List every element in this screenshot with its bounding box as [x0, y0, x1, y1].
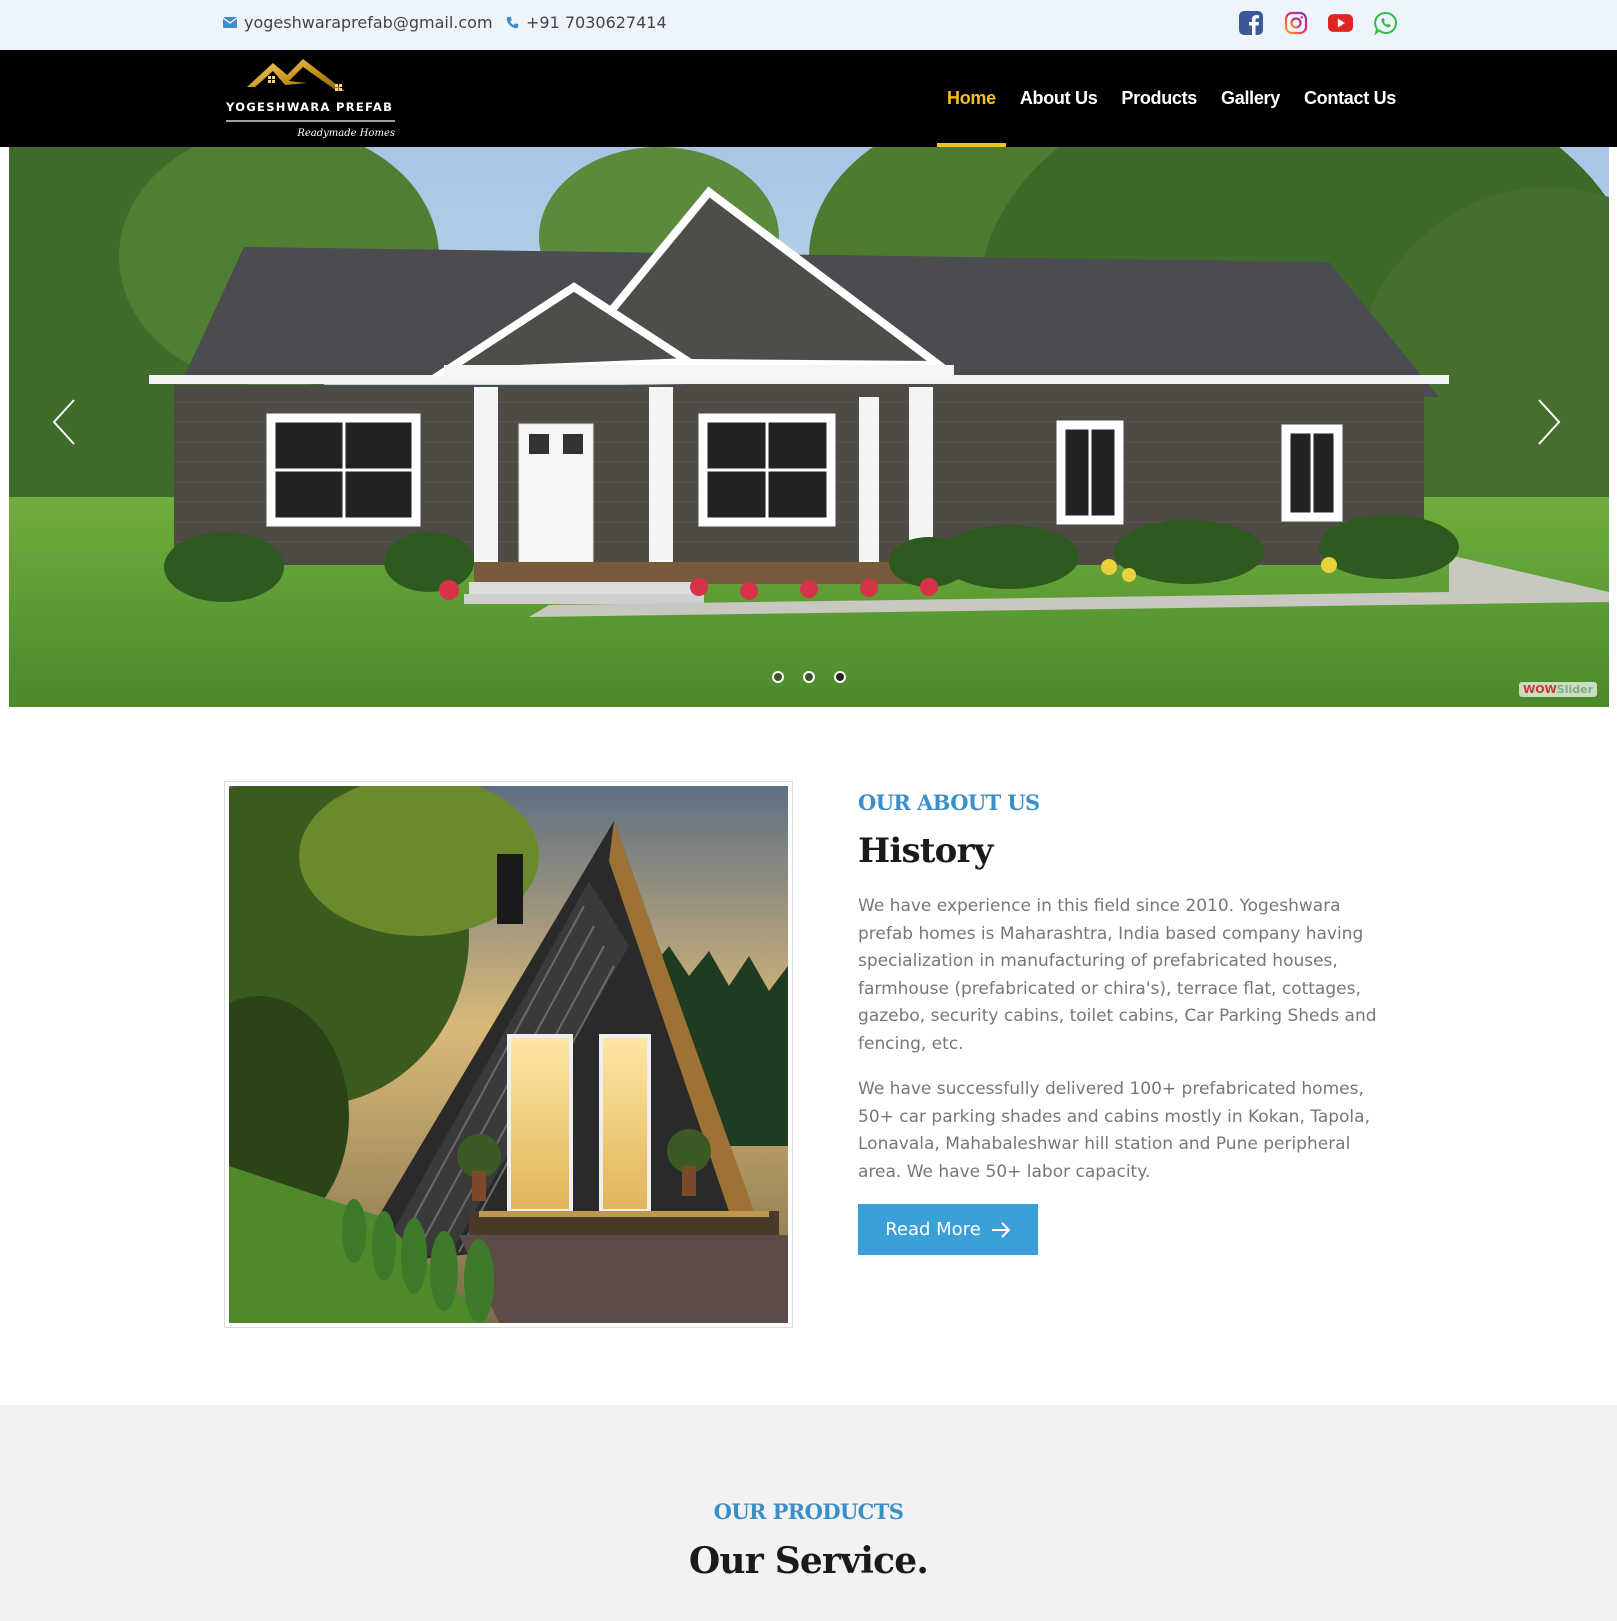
wowslider-watermark[interactable]: WOWSlider [1519, 682, 1597, 697]
about-paragraph-1: We have experience in this field since 2… [858, 896, 1377, 1054]
products-section: OUR PRODUCTS Our Service. [0, 1405, 1617, 1621]
read-more-label: Read More [885, 1219, 981, 1240]
about-content: OUR ABOUT US History We have experience … [858, 790, 1378, 1255]
facebook-icon[interactable] [1238, 10, 1263, 35]
nav-about-us[interactable]: About Us [1020, 50, 1098, 147]
top-contact-bar: yogeshwaraprefab@gmail.com +91 703062741… [0, 0, 1617, 50]
products-eyebrow: OUR PRODUCTS [713, 1499, 904, 1524]
about-eyebrow: OUR ABOUT US [858, 790, 1040, 815]
about-title: History [858, 831, 993, 871]
nav-gallery[interactable]: Gallery [1221, 50, 1280, 147]
hero-slider: WOWSlider [9, 147, 1609, 707]
slider-dots [772, 671, 846, 683]
instagram-icon[interactable] [1283, 10, 1308, 35]
about-image-frame [149, 766, 793, 1328]
main-header: YOGESHWARA PREFAB Readymade Homes Home A… [0, 50, 1617, 147]
nav-contact-us[interactable]: Contact Us [1304, 50, 1396, 147]
nav-home[interactable]: Home [937, 50, 1006, 147]
slider-dot-2[interactable] [803, 671, 815, 683]
slider-dot-1[interactable] [772, 671, 784, 683]
read-more-button[interactable]: Read More [858, 1204, 1038, 1255]
youtube-icon[interactable] [1328, 10, 1353, 35]
social-links [1238, 10, 1398, 35]
phone-contact[interactable]: +91 7030627414 [506, 13, 667, 32]
site-logo[interactable]: YOGESHWARA PREFAB Readymade Homes [225, 55, 400, 141]
hero-house-image [9, 147, 1609, 707]
whatsapp-icon[interactable] [1373, 10, 1398, 35]
phone-text[interactable]: +91 7030627414 [526, 13, 667, 32]
about-paragraph-2: We have successfully delivered 100+ pref… [858, 1079, 1370, 1182]
email-text[interactable]: yogeshwaraprefab@gmail.com [244, 13, 493, 32]
arrow-right-icon [991, 1221, 1011, 1238]
slider-dot-3[interactable] [834, 671, 846, 683]
envelope-icon [223, 17, 237, 28]
email-contact[interactable]: yogeshwaraprefab@gmail.com [223, 13, 493, 32]
main-nav: Home About Us Products Gallery Contact U… [937, 50, 1396, 147]
products-title: Our Service. [688, 1540, 929, 1582]
a-frame-house-image [149, 766, 788, 1323]
slider-next-arrow[interactable] [1529, 392, 1569, 452]
logo-name: YOGESHWARA PREFAB [225, 100, 393, 114]
nav-products[interactable]: Products [1121, 50, 1197, 147]
slider-prev-arrow[interactable] [44, 392, 84, 452]
logo-tagline: Readymade Homes [296, 128, 395, 139]
phone-icon [506, 16, 519, 29]
